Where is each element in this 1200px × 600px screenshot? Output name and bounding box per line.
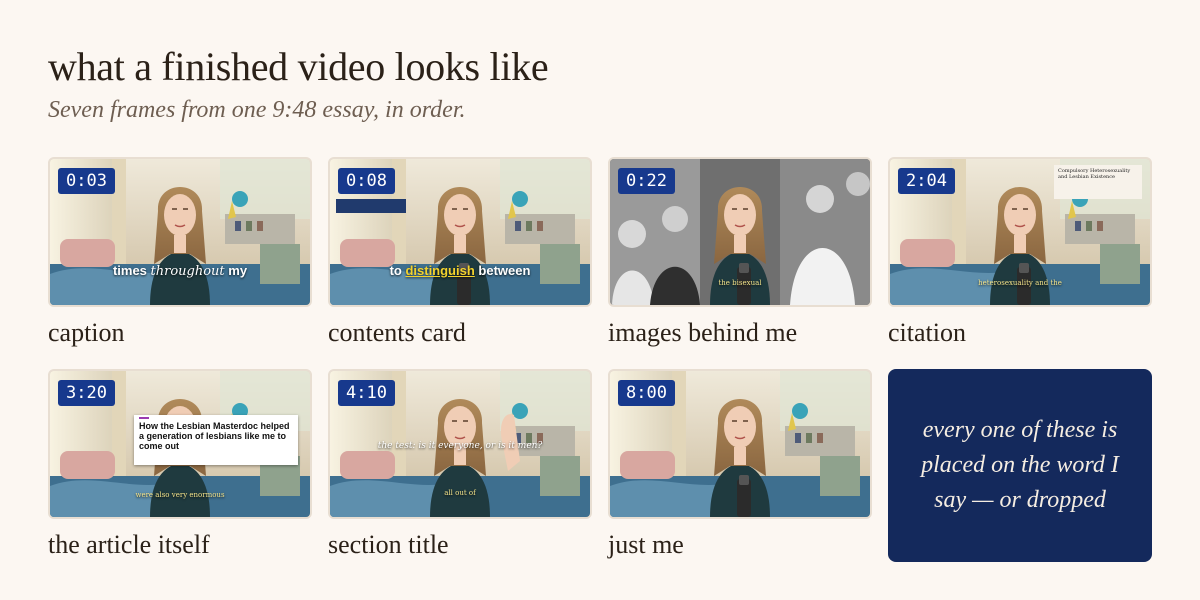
citation-title: Compulsory Heterosexuality and Lesbian E… [1058, 168, 1131, 180]
caption-word-highlight: distinguish [405, 263, 475, 278]
frame-card-images[interactable]: 0:22 the bisexual images behind me [608, 157, 872, 349]
frame-card-section[interactable]: 4:10 the test: is it everyone, or is it … [328, 369, 592, 561]
page-subtitle: Seven frames from one 9:48 essay, in ord… [48, 97, 466, 123]
burned-in-caption: to distinguish between [330, 263, 590, 278]
caption-word: my [224, 263, 248, 278]
article-tag [139, 417, 149, 419]
burned-in-caption: heterosexuality and the [978, 279, 1062, 287]
frame-label: caption [48, 318, 125, 347]
citation-card-overlay: Compulsory Heterosexuality and Lesbian E… [1054, 165, 1142, 199]
article-screenshot-overlay: How the Lesbian Masterdoc helped a gener… [134, 415, 298, 465]
timestamp-badge: 8:00 [618, 380, 675, 406]
frame-label: section title [328, 530, 449, 559]
caption-word-emphasis: throughout [150, 264, 225, 279]
timestamp-badge: 0:03 [58, 168, 115, 194]
timestamp-badge: 3:20 [58, 380, 115, 406]
article-headline: How the Lesbian Masterdoc helped a gener… [139, 421, 290, 451]
frame-label: just me [608, 530, 684, 559]
frame-card-citation[interactable]: Compulsory Heterosexuality and Lesbian E… [888, 157, 1152, 349]
video-frame-thumbnail[interactable]: 0:08 to distinguish between [328, 157, 592, 307]
frame-label: the article itself [48, 530, 210, 559]
frame-label: images behind me [608, 318, 798, 347]
frame-card-just-me[interactable]: 8:00 just me [608, 369, 872, 561]
contents-card-overlay [336, 199, 406, 213]
timestamp-badge: 0:08 [338, 168, 395, 194]
page-title: what a finished video looks like [48, 44, 549, 89]
timestamp-badge: 2:04 [898, 168, 955, 194]
burned-in-caption: were also very enormous [135, 491, 225, 499]
section-title-text: the test: is it everyone, or is it men? [377, 441, 543, 451]
frame-card-contents[interactable]: 0:08 to distinguish between contents car… [328, 157, 592, 349]
video-frame-thumbnail[interactable]: How the Lesbian Masterdoc helped a gener… [48, 369, 312, 519]
burned-in-caption: all out of [444, 489, 476, 497]
frame-card-caption[interactable]: 0:03 times throughout my caption [48, 157, 312, 349]
caption-word: times [112, 263, 151, 278]
timestamp-badge: 4:10 [338, 380, 395, 406]
video-frame-thumbnail[interactable]: 0:22 the bisexual [608, 157, 872, 307]
burned-in-caption: the bisexual [718, 279, 762, 287]
burned-in-caption: times throughout my [50, 263, 310, 279]
note-card: every one of these is placed on the word… [888, 369, 1152, 562]
caption-word: between [474, 263, 531, 278]
timestamp-badge: 0:22 [618, 168, 675, 194]
frame-label: contents card [328, 318, 466, 347]
note-text: every one of these is placed on the word… [921, 417, 1119, 513]
video-frame-thumbnail[interactable]: Compulsory Heterosexuality and Lesbian E… [888, 157, 1152, 307]
caption-word: to [389, 263, 406, 278]
frame-label: citation [888, 318, 966, 347]
frame-card-article[interactable]: How the Lesbian Masterdoc helped a gener… [48, 369, 312, 561]
video-frame-thumbnail[interactable]: 0:03 times throughout my [48, 157, 312, 307]
video-frame-thumbnail[interactable]: 4:10 the test: is it everyone, or is it … [328, 369, 592, 519]
video-frame-thumbnail[interactable]: 8:00 [608, 369, 872, 519]
